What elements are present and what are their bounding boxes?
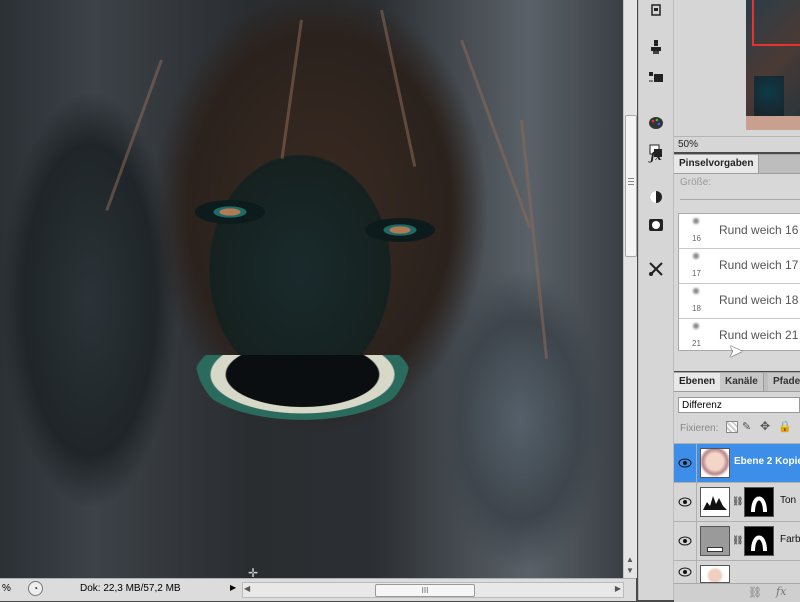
lock-label: Fixieren: [680,423,719,434]
styles-palette-icon[interactable] [645,112,667,134]
horizontal-scrollbar-thumb[interactable]: III [375,584,475,597]
hair-strand [280,19,303,159]
brush-size-slider[interactable] [680,199,800,203]
tool-presets-icon[interactable] [645,66,667,88]
brush-list[interactable]: 16 Rund weich 16 17 Rund weich 17 18 Rund w… [678,213,800,351]
scroll-right-arrow-icon[interactable]: ▶ [615,584,621,593]
visibility-eye-icon[interactable] [674,483,697,521]
brush-preview-icon [693,288,699,294]
mouth-region [195,355,410,420]
layers-panel-tabs: Ebenen Kanäle Pfade [674,373,800,392]
hair-strand [380,9,417,167]
brush-name: Rund weich 21 [719,328,799,342]
layer-name[interactable]: Ton [780,495,796,506]
tools-crossed-icon[interactable] [645,258,667,280]
lock-row: Fixieren: ✎ ✥ 🔒 [674,419,800,439]
right-eye-region [365,218,435,242]
link-icon[interactable]: ⛓ [748,586,762,599]
layer-row[interactable]: Ebene 2 Kopie [674,443,800,482]
clone-source-icon[interactable] [645,36,667,58]
brush-item[interactable]: 17 Rund weich 17 [679,249,800,284]
image-canvas[interactable]: ✛ [0,0,623,578]
lock-all-icon[interactable]: 🔒 [778,420,792,433]
horizontal-scrollbar[interactable]: ◀ III ▶ [242,582,624,598]
brush-item[interactable]: 16 Rund weich 16 [679,214,800,249]
brush-preview-icon [693,218,699,224]
brush-presets-panel: Pinselvorgaben Größe: 16 Rund weich 16 17… [674,154,800,371]
navigator-zoom-bar: 50% [674,136,800,153]
brush-name: Rund weich 16 [719,223,799,237]
tab-pinselvorgaben[interactable]: Pinselvorgaben [674,155,760,173]
scroll-up-arrow-icon[interactable]: ▲ [626,555,634,564]
layer-thumbnail [700,565,730,583]
scroll-left-arrow-icon[interactable]: ◀ [244,584,250,593]
mouse-cursor-icon: ➤ [728,341,744,361]
navigator-panel: 50% [674,0,800,152]
fx-icon[interactable]: fx [776,585,786,598]
chain-link-icon[interactable]: ⛓ [732,535,743,546]
chain-link-icon[interactable]: ⛓ [732,496,743,507]
history-icon[interactable] [645,0,667,22]
status-arrow-icon[interactable]: ▶ [230,583,236,592]
zoom-readout[interactable]: % [2,583,11,594]
layer-thumbnail [700,448,730,478]
lock-move-icon[interactable]: ✥ [760,419,770,433]
tab-pfade[interactable]: Pfade [768,373,800,391]
scroll-down-arrow-icon[interactable]: ▼ [626,566,634,575]
crosshair-icon: ✛ [248,566,259,578]
brush-preview-icon [693,253,699,259]
vertical-scrollbar[interactable]: ▲ ▼ [623,0,637,578]
visibility-eye-icon[interactable] [674,444,697,482]
status-menu-icon[interactable]: ◔ [28,581,43,596]
masks-icon[interactable] [645,186,667,208]
left-eye-region [195,200,265,224]
brush-name: Rund weich 17 [719,258,799,272]
hair-strand [520,119,549,359]
brush-name: Rund weich 18 [719,293,799,307]
layer-row[interactable] [674,560,800,583]
fx-icon[interactable]: ƒx [645,145,667,167]
layer-mask-thumbnail[interactable] [744,526,774,556]
tab-ebenen[interactable]: Ebenen [674,373,722,391]
hair-strand [105,59,163,211]
levels-adjustment-thumbnail [700,487,730,517]
tab-kanaele[interactable]: Kanäle [720,373,764,391]
layers-panel: Ebenen Kanäle Pfade Differenz Fixieren: … [674,372,800,602]
channel-mask-icon[interactable] [645,214,667,236]
brush-size-label: Größe: [680,177,712,188]
layer-mask-thumbnail[interactable] [744,487,774,517]
lock-brush-icon[interactable]: ✎ [742,420,751,433]
lock-transparency-icon[interactable] [726,421,738,433]
document-size-info: Dok: 22,3 MB/57,2 MB [80,583,181,594]
visibility-eye-icon[interactable] [674,561,697,583]
layer-name[interactable]: Farb [780,534,800,545]
scrollbar-thumb[interactable] [625,115,637,257]
brush-item[interactable]: 18 Rund weich 18 [679,284,800,319]
blend-mode-select[interactable]: Differenz [678,397,800,413]
visibility-eye-icon[interactable] [674,522,697,560]
layer-row[interactable]: ⛓ Farb [674,521,800,560]
navigator-zoom-field[interactable]: 50% [678,139,720,151]
brush-preview-icon [693,323,699,329]
color-fill-thumbnail [700,526,730,556]
brush-panel-tabs: Pinselvorgaben [674,155,800,174]
navigator-view-box[interactable] [752,0,800,46]
navigator-preview[interactable] [746,0,800,130]
status-bar: % ◔ Dok: 22,3 MB/57,2 MB ▶ ◀ III ▶ [0,578,636,601]
panel-icon-strip: ƒx [638,0,674,600]
layer-name[interactable]: Ebene 2 Kopie [734,456,800,467]
layers-footer: ⛓ fx [674,583,800,602]
layer-row[interactable]: ⛓ Ton [674,482,800,521]
